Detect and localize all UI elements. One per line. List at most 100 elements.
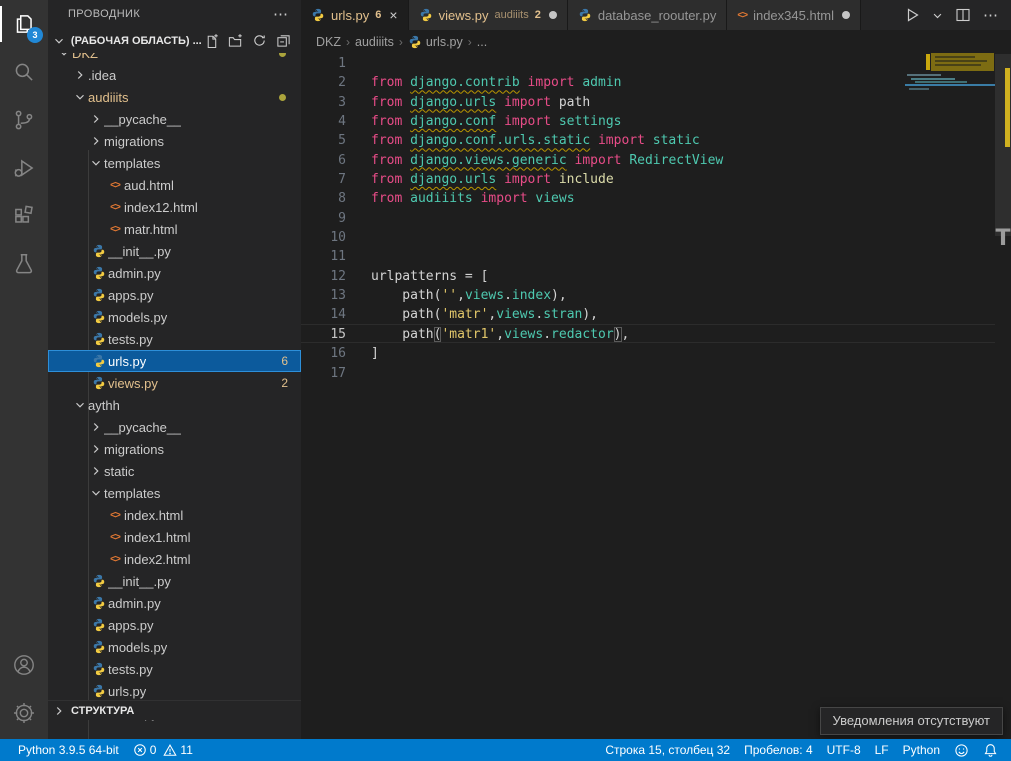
tab-views-py[interactable]: views.pyaudiiits2 xyxy=(409,0,568,30)
more-actions-icon[interactable]: ⋯ xyxy=(983,6,999,24)
chevron-right-icon xyxy=(88,420,104,434)
activity-testing[interactable] xyxy=(0,240,48,288)
split-editor-button[interactable] xyxy=(955,7,971,23)
tree-item-aythh[interactable]: aythh xyxy=(48,394,301,416)
python-file-icon xyxy=(90,662,108,676)
tab-urls-py[interactable]: urls.py6× xyxy=(301,0,409,30)
tree-item-index2-html[interactable]: <>index2.html xyxy=(48,548,301,570)
breadcrumb-item-urls-py[interactable]: urls.py xyxy=(408,35,463,49)
overview-ruler-warning-mark xyxy=(1005,68,1010,147)
tree-item--init-py[interactable]: __init__.py xyxy=(48,240,301,262)
tree-item-label: migrations xyxy=(104,442,164,457)
feedback-smiley-icon[interactable] xyxy=(947,743,976,758)
breadcrumb-item-audiiits[interactable]: audiiits xyxy=(355,35,394,49)
tree-item-label: __init__.py xyxy=(108,574,171,589)
tree-item-templates[interactable]: templates xyxy=(48,152,301,174)
tree-item-migrations[interactable]: migrations xyxy=(48,438,301,460)
tree-item-audiiits[interactable]: audiiits xyxy=(48,86,301,108)
code-line-15[interactable]: 15 path('matr1',views.redactor), xyxy=(301,325,1011,344)
activity-files[interactable]: 3 xyxy=(0,0,48,48)
workspace-section-label: (РАБОЧАЯ ОБЛАСТЬ) ... xyxy=(71,35,201,47)
html-file-icon: <> xyxy=(106,202,124,213)
tree-item-views-py[interactable]: views.py2 xyxy=(48,372,301,394)
code-line-14[interactable]: 14 path('matr',views.stran), xyxy=(301,305,1011,324)
run-python-file-button[interactable] xyxy=(904,7,920,23)
activity-extensions[interactable] xyxy=(0,192,48,240)
code-text xyxy=(346,228,371,247)
code-line-17[interactable]: 17 xyxy=(301,364,1011,383)
python-interpreter-item[interactable]: Python 3.9.5 64-bit xyxy=(11,743,126,757)
line-number: 1 xyxy=(301,54,346,73)
breadcrumb-item-dkz[interactable]: DKZ xyxy=(316,35,341,49)
tree-item-models-py[interactable]: models.py xyxy=(48,306,301,328)
workspace-section-header[interactable]: (РАБОЧАЯ ОБЛАСТЬ) ... xyxy=(48,28,301,53)
tree-item-urls-py[interactable]: urls.py6 xyxy=(48,350,301,372)
tree-item-index-html[interactable]: <>index.html xyxy=(48,504,301,526)
status-item-python[interactable]: Python xyxy=(896,743,947,757)
problems-item[interactable]: 0 11 xyxy=(126,743,200,757)
tree-item-index1-html[interactable]: <>index1.html xyxy=(48,526,301,548)
tree-item-aud-html[interactable]: <>aud.html xyxy=(48,174,301,196)
error-icon xyxy=(133,743,147,757)
tree-item-admin-py[interactable]: admin.py xyxy=(48,262,301,284)
tree-item-models-py[interactable]: models.py xyxy=(48,636,301,658)
tree-item-apps-py[interactable]: apps.py xyxy=(48,284,301,306)
tree-item-migrations[interactable]: migrations xyxy=(48,130,301,152)
tree-item-matr-html[interactable]: <>matr.html xyxy=(48,218,301,240)
code-text: path('',views.index), xyxy=(346,286,567,305)
tree-item-apps-py[interactable]: apps.py xyxy=(48,614,301,636)
tree-item--idea[interactable]: .idea xyxy=(48,64,301,86)
status-item-lf[interactable]: LF xyxy=(868,743,896,757)
code-line-12[interactable]: 12urlpatterns = [ xyxy=(301,267,1011,286)
status-item-строка-15-столбец-32[interactable]: Строка 15, столбец 32 xyxy=(598,743,737,757)
line-number: 13 xyxy=(301,286,346,305)
activity-settings-gear[interactable] xyxy=(0,689,48,737)
tree-item--pycache-[interactable]: __pycache__ xyxy=(48,108,301,130)
editor-scrollbar[interactable] xyxy=(995,54,1011,739)
activity-search[interactable] xyxy=(0,48,48,96)
status-item-utf-8[interactable]: UTF-8 xyxy=(820,743,868,757)
tree-item-urls-py[interactable]: urls.py xyxy=(48,680,301,702)
tree-item-index12-html[interactable]: <>index12.html xyxy=(48,196,301,218)
outline-section-header[interactable]: СТРУКТУРА xyxy=(48,700,301,720)
collapse-folders-icon[interactable] xyxy=(276,33,291,48)
breadcrumb-separator: › xyxy=(399,35,403,49)
status-item-пробелов-4[interactable]: Пробелов: 4 xyxy=(737,743,820,757)
activity-source-control[interactable] xyxy=(0,96,48,144)
tree-item-static[interactable]: static xyxy=(48,460,301,482)
notifications-bell-icon[interactable] xyxy=(976,743,1005,758)
run-dropdown-icon[interactable] xyxy=(932,10,943,21)
close-icon[interactable]: × xyxy=(389,8,397,22)
python-file-icon xyxy=(90,244,108,258)
tab-database-roouter-py[interactable]: database_roouter.py xyxy=(568,0,728,30)
activity-run-and-debug[interactable] xyxy=(0,144,48,192)
code-line-11[interactable]: 11 xyxy=(301,247,1011,266)
new-file-icon[interactable] xyxy=(204,33,219,48)
minimap[interactable] xyxy=(905,54,995,224)
code-line-10[interactable]: 10 xyxy=(301,228,1011,247)
tree-item-templates[interactable]: templates xyxy=(48,482,301,504)
tree-item--pycache-[interactable]: __pycache__ xyxy=(48,416,301,438)
warning-icon xyxy=(163,743,177,757)
unsaved-dot-icon[interactable] xyxy=(842,11,850,19)
code-line-16[interactable]: 16] xyxy=(301,344,1011,363)
views-and-more-actions-icon[interactable]: ⋯ xyxy=(273,5,289,23)
tree-item-admin-py[interactable]: admin.py xyxy=(48,592,301,614)
code-editor[interactable]: 12from django.contrib import admin3from … xyxy=(301,54,1011,739)
new-folder-icon[interactable] xyxy=(228,33,243,48)
tree-item--init-py[interactable]: __init__.py xyxy=(48,570,301,592)
explorer-header: ПРОВОДНИК ⋯ xyxy=(48,0,301,28)
tree-item-tests-py[interactable]: tests.py xyxy=(48,658,301,680)
python-file-icon xyxy=(90,354,108,368)
breadcrumb-item--[interactable]: ... xyxy=(477,35,487,49)
activity-account[interactable] xyxy=(0,641,48,689)
tab-index345-html[interactable]: <>index345.html xyxy=(727,0,861,30)
tab-problems-badge: 2 xyxy=(535,9,541,21)
refresh-icon[interactable] xyxy=(252,33,267,48)
unsaved-dot-icon[interactable] xyxy=(549,11,557,19)
tree-item-tests-py[interactable]: tests.py xyxy=(48,328,301,350)
minimap-mark xyxy=(907,74,941,76)
code-line-13[interactable]: 13 path('',views.index), xyxy=(301,286,1011,305)
tree-item-label: audiiits xyxy=(88,90,128,105)
html-file-icon: <> xyxy=(106,180,124,191)
